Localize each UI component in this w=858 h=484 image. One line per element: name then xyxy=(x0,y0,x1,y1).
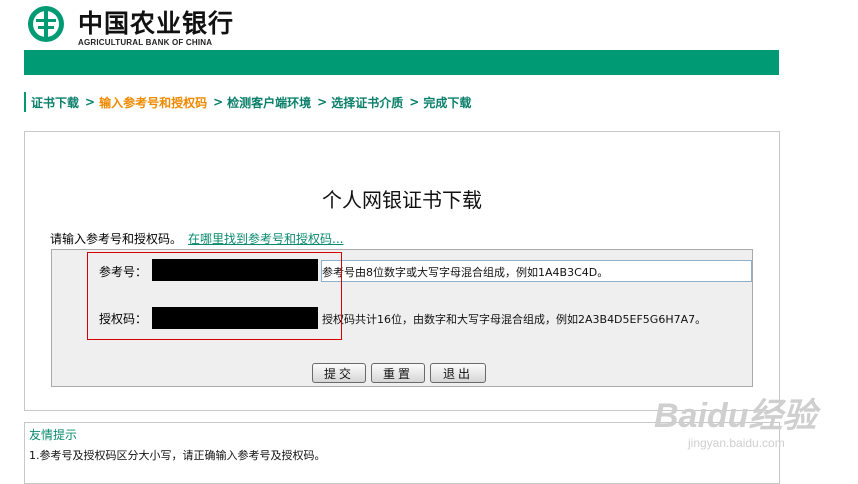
progress-steps: 证书下载 > 输入参考号和授权码 > 检测客户端环境 > 选择证书介质 > 完成… xyxy=(24,92,471,112)
page-title: 个人网银证书下载 xyxy=(322,188,482,212)
baidu-watermark: Baidu经验 jingyan.baidu.com xyxy=(640,388,840,458)
abc-bank-logo-icon xyxy=(28,6,64,42)
tips-title: 友情提示 xyxy=(29,428,78,442)
main-panel: 个人网银证书下载 请输入参考号和授权码。 在哪里找到参考号和授权码... 参考号：… xyxy=(24,131,780,411)
step-separator: > xyxy=(213,95,224,109)
step-enter-codes: 输入参考号和授权码 xyxy=(99,95,208,110)
form-buttons: 提交 重置 退出 xyxy=(312,363,486,383)
prompt-text: 请输入参考号和授权码。 xyxy=(50,232,183,246)
step-complete: 完成下载 xyxy=(423,95,472,110)
step-separator: > xyxy=(317,95,328,109)
step-separator: > xyxy=(409,95,420,109)
exit-button[interactable]: 退出 xyxy=(430,363,486,383)
reset-button[interactable]: 重置 xyxy=(371,363,425,383)
ref-hint: 参考号由8位数字或大写字母混合组成，例如1A4B3C4D。 xyxy=(322,266,609,279)
bank-name-cn: 中国农业银行 xyxy=(78,9,235,38)
auth-hint: 授权码共计16位，由数字和大写字母混合组成，例如2A3B4D5EF5G6H7A7… xyxy=(322,313,707,326)
step-select-medium: 选择证书介质 xyxy=(331,95,404,110)
step-certificate-download: 证书下载 xyxy=(31,95,80,110)
help-link[interactable]: 在哪里找到参考号和授权码... xyxy=(188,232,343,246)
header-bar xyxy=(24,50,779,75)
tips-line: 1.参考号及授权码区分大小写，请正确输入参考号及授权码。 xyxy=(29,449,326,462)
watermark-brand: Baidu经验 xyxy=(654,397,817,435)
bank-name-en: AGRICULTURAL BANK OF CHINA xyxy=(78,38,213,47)
step-separator: > xyxy=(85,95,96,109)
bank-logo: 中国农业银行 AGRICULTURAL BANK OF CHINA xyxy=(26,4,266,48)
submit-button[interactable]: 提交 xyxy=(312,363,366,383)
prompt-line: 请输入参考号和授权码。 在哪里找到参考号和授权码... xyxy=(50,230,343,247)
watermark-url: jingyan.baidu.com xyxy=(688,436,785,450)
highlight-frame xyxy=(87,252,342,340)
step-check-environment: 检测客户端环境 xyxy=(227,95,312,110)
